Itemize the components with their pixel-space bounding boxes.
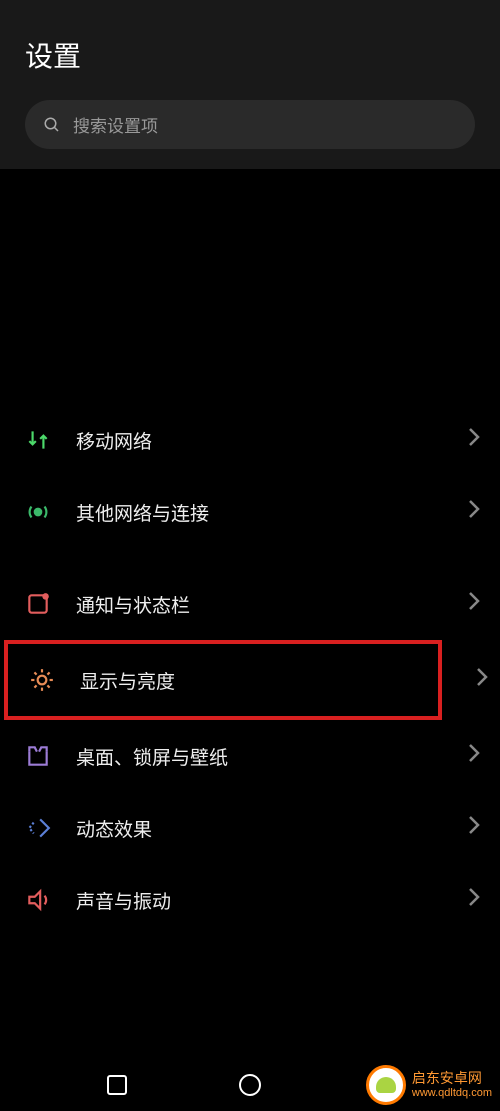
item-label: 桌面、锁屏与壁纸 [76, 743, 468, 770]
mobile-network-icon [20, 426, 56, 454]
settings-item-animation[interactable]: 动态效果 [0, 792, 500, 864]
item-label: 其他网络与连接 [76, 499, 468, 526]
watermark-logo-icon [366, 1065, 406, 1105]
settings-item-notification[interactable]: 通知与状态栏 [0, 568, 500, 640]
spacer [0, 169, 500, 404]
desktop-icon [20, 742, 56, 770]
brightness-icon [24, 666, 60, 694]
watermark-title: 启东安卓网 [412, 1071, 482, 1086]
chevron-right-icon [468, 426, 480, 454]
page-title: 设置 [25, 35, 475, 75]
home-button[interactable] [236, 1071, 264, 1099]
watermark: 启东安卓网 www.qdltdq.com [366, 1065, 492, 1105]
search-placeholder: 搜索设置项 [73, 112, 158, 137]
chevron-right-icon [468, 814, 480, 842]
item-label: 动态效果 [76, 815, 468, 842]
settings-item-sound[interactable]: 声音与振动 [0, 864, 500, 936]
chevron-right-icon [468, 886, 480, 914]
notification-icon [20, 590, 56, 618]
chevron-right-icon [468, 590, 480, 618]
settings-list: 移动网络 其他网络与连接 通知与状态栏 [0, 404, 500, 936]
chevron-right-icon [468, 498, 480, 526]
settings-item-desktop-wallpaper[interactable]: 桌面、锁屏与壁纸 [0, 720, 500, 792]
chevron-right-icon [468, 742, 480, 770]
section-divider [0, 548, 500, 568]
animation-icon [20, 814, 56, 842]
item-label: 通知与状态栏 [76, 591, 468, 618]
item-label: 移动网络 [76, 427, 468, 454]
other-network-icon [20, 498, 56, 526]
header: 设置 搜索设置项 [0, 0, 500, 169]
settings-item-mobile-network[interactable]: 移动网络 [0, 404, 500, 476]
chevron-right-icon [476, 666, 488, 694]
item-label: 声音与振动 [76, 887, 468, 914]
search-input[interactable]: 搜索设置项 [25, 100, 475, 149]
sound-icon [20, 886, 56, 914]
watermark-url: www.qdltdq.com [412, 1087, 492, 1099]
search-icon [43, 116, 61, 134]
settings-item-display-brightness[interactable]: 显示与亮度 [4, 640, 442, 720]
recent-apps-button[interactable] [103, 1071, 131, 1099]
settings-item-other-network[interactable]: 其他网络与连接 [0, 476, 500, 548]
item-label: 显示与亮度 [80, 667, 422, 694]
